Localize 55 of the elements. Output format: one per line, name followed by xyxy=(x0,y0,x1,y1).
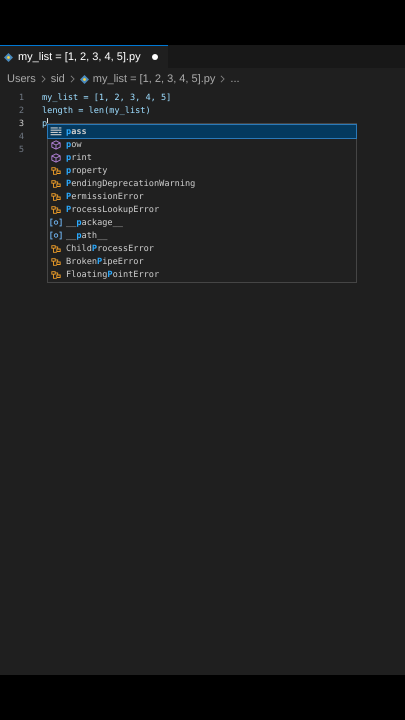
breadcrumb[interactable]: my_list = [1, 2, 3, 4, 5].py xyxy=(92,73,216,85)
cube-icon xyxy=(50,152,62,162)
suggestion-item[interactable]: property xyxy=(48,164,356,177)
chevron-right-icon xyxy=(70,75,75,83)
suggestion-item[interactable]: ProcessLookupError xyxy=(48,203,356,216)
class-icon xyxy=(50,192,62,202)
chevron-right-icon xyxy=(220,75,226,83)
suggestion-item[interactable]: FloatingPointError xyxy=(48,268,356,281)
code-line: p xyxy=(42,118,48,128)
line-number: 2 xyxy=(18,106,24,116)
variable-icon xyxy=(50,218,62,227)
suggestion-label: ChildProcessError xyxy=(66,244,154,254)
suggestion-item[interactable]: print xyxy=(48,151,356,164)
suggestion-item[interactable]: pow xyxy=(48,138,356,151)
suggestion-item[interactable]: __path__ xyxy=(48,229,356,242)
suggestion-item[interactable]: BrokenPipeError xyxy=(48,255,356,268)
class-icon xyxy=(50,256,62,266)
breadcrumb[interactable]: sid xyxy=(50,73,65,85)
suggestion-label: pass xyxy=(66,126,87,136)
suggestion-item[interactable]: pass xyxy=(48,125,356,138)
class-icon xyxy=(50,244,62,254)
code-line: my_list = [1, 2, 3, 4, 5] xyxy=(42,92,172,102)
suggestion-item[interactable]: PermissionError xyxy=(48,190,356,203)
line-number: 4 xyxy=(18,132,24,142)
suggestion-label: pow xyxy=(66,140,82,150)
line-number: 3 xyxy=(18,118,24,128)
suggestion-label: FloatingPointError xyxy=(66,270,160,280)
tab-title: my_list = [1, 2, 3, 4, 5].py xyxy=(18,51,141,63)
keyword-icon xyxy=(50,127,62,136)
breadcrumb[interactable]: Users xyxy=(7,73,36,85)
cube-icon xyxy=(50,140,62,150)
class-icon xyxy=(50,178,62,188)
breadcrumb[interactable]: ... xyxy=(230,73,240,85)
variable-icon xyxy=(50,231,62,240)
code-line: length = len(my_list) xyxy=(42,106,151,116)
python-file-icon xyxy=(80,74,89,84)
suggestion-label: PendingDeprecationWarning xyxy=(66,178,196,188)
line-number: 5 xyxy=(18,144,24,154)
suggestion-label: BrokenPipeError xyxy=(66,256,144,266)
class-icon xyxy=(50,204,62,214)
suggestion-label: print xyxy=(66,152,92,162)
suggestion-label: __package__ xyxy=(66,218,123,228)
suggestion-label: property xyxy=(66,166,108,176)
python-file-icon xyxy=(4,52,13,62)
line-number: 1 xyxy=(18,92,24,102)
editor-tab[interactable]: my_list = [1, 2, 3, 4, 5].py xyxy=(0,45,168,68)
suggestion-item[interactable]: PendingDeprecationWarning xyxy=(48,177,356,190)
class-icon xyxy=(50,166,62,176)
suggestion-label: __path__ xyxy=(66,230,108,240)
suggestion-item[interactable]: ChildProcessError xyxy=(48,242,356,255)
suggestion-label: PermissionError xyxy=(66,192,144,202)
chevron-right-icon xyxy=(40,75,46,83)
suggestion-item[interactable]: __package__ xyxy=(48,216,356,229)
class-icon xyxy=(50,270,62,280)
suggestion-label: ProcessLookupError xyxy=(66,204,160,214)
